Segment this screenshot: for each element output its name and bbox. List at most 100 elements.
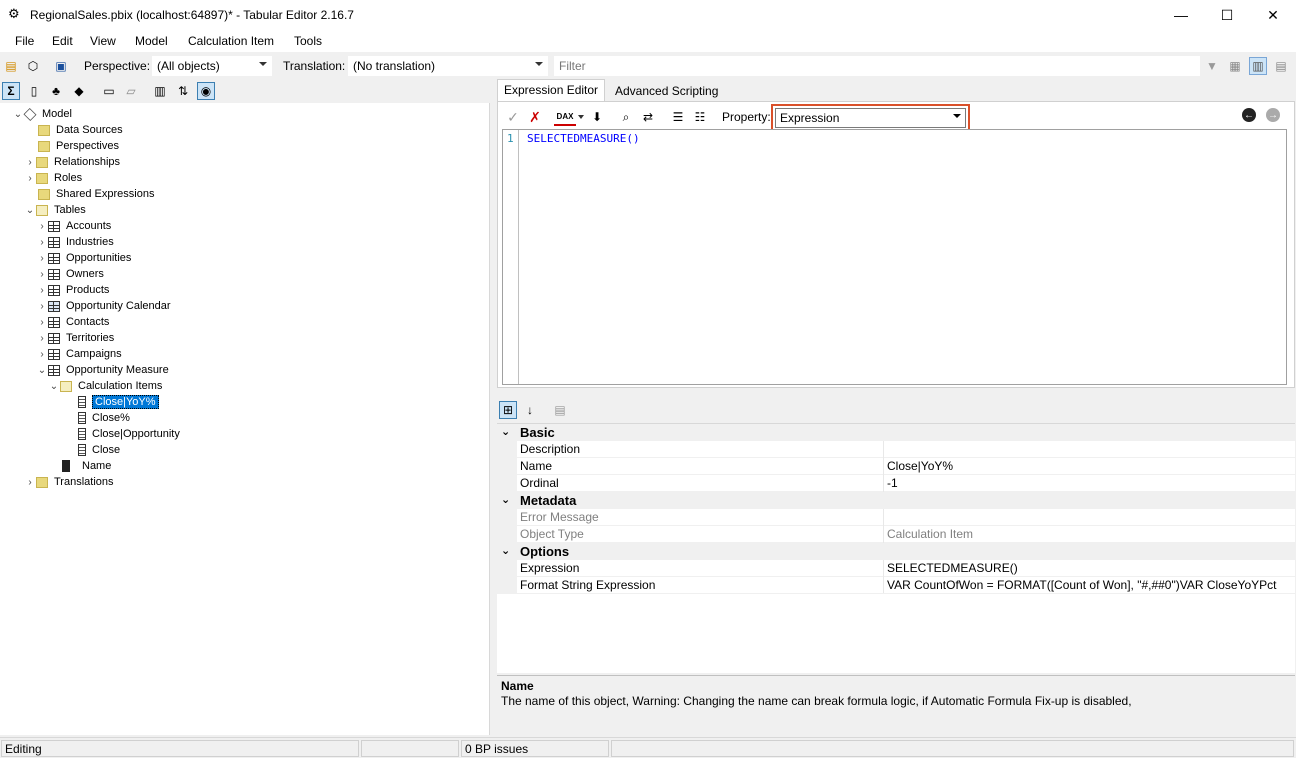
- chevron-right-icon: ›: [40, 268, 44, 280]
- tree-node-shared-expressions[interactable]: Shared Expressions: [38, 186, 154, 202]
- translation-label: Translation:: [283, 59, 346, 73]
- cube-icon[interactable]: ◆: [70, 82, 88, 100]
- sort-icon[interactable]: ⇅: [174, 82, 192, 100]
- dependencies-icon[interactable]: ⬇: [588, 108, 606, 126]
- menu-view[interactable]: View: [90, 34, 116, 48]
- tree-node-table[interactable]: › Owners: [36, 266, 104, 282]
- property-row[interactable]: Object Type Calculation Item: [497, 526, 1295, 543]
- tree-node-data-sources[interactable]: Data Sources: [38, 122, 123, 138]
- comment-icon[interactable]: ☰: [669, 108, 687, 126]
- hierarchy-icon[interactable]: ♣: [47, 82, 65, 100]
- tree-label: Close%: [92, 412, 130, 424]
- table-icon: [48, 284, 60, 296]
- tree-node-calc-item-selected[interactable]: Close|YoY%: [76, 394, 159, 410]
- tree-node-calc-item[interactable]: Close: [76, 442, 120, 458]
- minimize-button[interactable]: —: [1158, 0, 1204, 30]
- tree-node-table[interactable]: › Accounts: [36, 218, 111, 234]
- column-icon[interactable]: ▯: [25, 82, 43, 100]
- tree-node-translations[interactable]: › Translations: [24, 474, 113, 490]
- menu-tools[interactable]: Tools: [294, 34, 322, 48]
- tree-node-table[interactable]: › Products: [36, 282, 109, 298]
- partition-icon[interactable]: ▭: [100, 82, 118, 100]
- property-row[interactable]: Format String Expression VAR CountOfWon =…: [497, 577, 1295, 594]
- tree-node-calc-group[interactable]: ⌄ Opportunity Measure: [36, 362, 169, 378]
- accept-icon[interactable]: ✓: [504, 108, 522, 126]
- row-margin: [497, 560, 517, 577]
- calculation-item-icon: [78, 396, 86, 408]
- tree-node-calc-item[interactable]: Close%: [76, 410, 130, 426]
- menu-file[interactable]: File: [15, 34, 34, 48]
- view-list-icon[interactable]: ▦: [1226, 57, 1244, 75]
- tree-node-calc-item[interactable]: Close|Opportunity: [76, 426, 180, 442]
- view-grid-icon[interactable]: ▤: [1272, 57, 1290, 75]
- property-value[interactable]: -1: [887, 476, 898, 490]
- maximize-button[interactable]: ☐: [1204, 0, 1250, 30]
- tree-node-table[interactable]: › Contacts: [36, 314, 109, 330]
- tree-node-name-column[interactable]: Name: [62, 458, 111, 474]
- category-basic[interactable]: ⌄ Basic: [497, 424, 1295, 441]
- tree-node-table[interactable]: › Opportunity Calendar: [36, 298, 170, 314]
- chevron-down-icon: ⌄: [501, 545, 511, 557]
- columns-icon[interactable]: ▥: [151, 82, 169, 100]
- translation-dropdown[interactable]: (No translation): [348, 56, 548, 76]
- property-row[interactable]: Name Close|YoY%: [497, 458, 1295, 475]
- tab-expression-editor[interactable]: Expression Editor: [497, 79, 606, 101]
- filter-input[interactable]: Filter: [554, 56, 1200, 76]
- uncomment-icon[interactable]: ☷: [691, 108, 709, 126]
- property-row[interactable]: Description: [497, 441, 1295, 458]
- status-bp-issues[interactable]: 0 BP issues: [461, 740, 609, 757]
- chevron-down-icon[interactable]: [578, 115, 584, 119]
- tree-node-calc-items-folder[interactable]: ⌄ Calculation Items: [48, 378, 163, 394]
- tree-label: Model: [42, 108, 72, 120]
- close-button[interactable]: ✕: [1250, 0, 1296, 30]
- tree-node-perspectives[interactable]: Perspectives: [38, 138, 119, 154]
- code-editor[interactable]: 1 SELECTEDMEASURE(): [502, 129, 1287, 385]
- property-pages-icon[interactable]: ▤: [551, 401, 569, 419]
- chevron-down-icon: ⌄: [25, 204, 35, 216]
- menu-calculation-item[interactable]: Calculation Item: [188, 34, 274, 48]
- replace-icon[interactable]: ⇄: [639, 108, 657, 126]
- property-value[interactable]: SELECTEDMEASURE(): [887, 561, 1018, 575]
- category-label: Basic: [520, 425, 555, 440]
- hidden-icon[interactable]: ▱: [122, 82, 140, 100]
- property-row[interactable]: Ordinal -1: [497, 475, 1295, 492]
- ordinal-icon[interactable]: ◉: [197, 82, 215, 100]
- property-name: Ordinal: [520, 476, 559, 490]
- category-metadata[interactable]: ⌄ Metadata: [497, 492, 1295, 509]
- perspective-value: (All objects): [157, 59, 220, 73]
- menu-model[interactable]: Model: [135, 34, 168, 48]
- perspective-dropdown[interactable]: (All objects): [152, 56, 272, 76]
- tree-label: Shared Expressions: [56, 188, 155, 200]
- property-row[interactable]: Error Message: [497, 509, 1295, 526]
- sort-alphabetical-icon[interactable]: ↓: [521, 401, 539, 419]
- sigma-icon[interactable]: Σ: [2, 82, 20, 100]
- chevron-right-icon: ›: [40, 316, 44, 328]
- tree-node-table[interactable]: › Campaigns: [36, 346, 121, 362]
- back-icon[interactable]: ←: [1242, 108, 1256, 122]
- filter-icon[interactable]: ▼: [1203, 57, 1221, 75]
- tree-node-roles[interactable]: › Roles: [24, 170, 82, 186]
- tree-node-model[interactable]: ⌄ Model: [12, 106, 72, 122]
- tree-node-table[interactable]: › Territories: [36, 330, 114, 346]
- tree-node-relationships[interactable]: › Relationships: [24, 154, 120, 170]
- save-icon[interactable]: ▣: [52, 57, 70, 75]
- property-row[interactable]: Expression SELECTEDMEASURE(): [497, 560, 1295, 577]
- forward-icon[interactable]: →: [1266, 108, 1280, 122]
- tree-node-table[interactable]: › Opportunities: [36, 250, 131, 266]
- tree-node-tables[interactable]: ⌄ Tables: [24, 202, 86, 218]
- status-mode: Editing: [1, 740, 359, 757]
- cancel-icon[interactable]: ✗: [526, 108, 544, 126]
- property-value[interactable]: Close|YoY%: [887, 459, 953, 473]
- tree-node-table[interactable]: › Industries: [36, 234, 113, 250]
- deploy-icon[interactable]: ⬡: [24, 57, 42, 75]
- category-options[interactable]: ⌄ Options: [497, 543, 1295, 560]
- tab-advanced-scripting[interactable]: Advanced Scripting: [609, 81, 724, 101]
- open-icon[interactable]: ▤: [2, 57, 20, 75]
- categorized-icon[interactable]: ⊞: [499, 401, 517, 419]
- property-dropdown[interactable]: Expression: [775, 108, 966, 128]
- property-value[interactable]: VAR CountOfWon = FORMAT([Count of Won], …: [887, 578, 1276, 592]
- view-detail-icon[interactable]: ▥: [1249, 57, 1267, 75]
- find-icon[interactable]: ⌕: [617, 108, 635, 126]
- dax-formatter-icon[interactable]: DAX: [554, 108, 576, 126]
- menu-edit[interactable]: Edit: [52, 34, 73, 48]
